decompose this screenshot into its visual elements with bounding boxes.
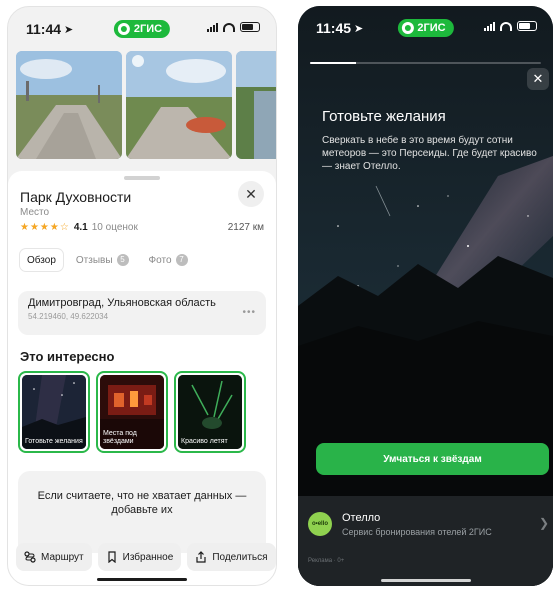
chevron-right-icon: ❯ bbox=[538, 516, 549, 530]
tabs: Обзор Отзывы 5 Фото 7 bbox=[20, 249, 264, 271]
tab-label: Отзывы bbox=[75, 254, 113, 266]
missing-data-text: Если считаете, что не хватает данных — д… bbox=[37, 490, 247, 516]
story-heading: Готовьте желания bbox=[322, 108, 446, 125]
story-label: Красиво летят bbox=[181, 438, 228, 445]
advert-label: Реклама · 0+ bbox=[308, 558, 345, 564]
story-label: Готовьте желания bbox=[25, 438, 83, 445]
story-label: Места под звёздами bbox=[103, 430, 137, 445]
share-label: Поделиться bbox=[212, 551, 268, 563]
route-button[interactable]: Маршрут bbox=[16, 543, 92, 571]
action-bar: Маршрут Избранное Поделиться bbox=[16, 543, 276, 571]
close-icon: ✕ bbox=[245, 185, 257, 202]
photo-3[interactable] bbox=[236, 51, 276, 159]
tab-overview[interactable]: Обзор bbox=[20, 249, 63, 271]
status-time: 11:45 bbox=[316, 20, 352, 36]
brand-pill[interactable]: 2ГИС bbox=[397, 19, 454, 37]
status-bar: 11:45 ➤ 2ГИС bbox=[298, 6, 553, 50]
stories-row: Готовьте желания Места под звёздами Крас… bbox=[18, 371, 246, 453]
brand-logo-icon bbox=[117, 23, 130, 35]
photo-2[interactable] bbox=[126, 51, 232, 159]
status-time: 11:44 bbox=[26, 21, 62, 37]
brand-pill[interactable]: 2ГИС bbox=[113, 20, 171, 38]
battery-icon bbox=[517, 21, 537, 31]
route-icon bbox=[24, 551, 36, 563]
story-close-button[interactable]: ✕ bbox=[527, 68, 549, 90]
story-item[interactable]: Места под звёздами bbox=[96, 371, 168, 453]
tab-photos[interactable]: Фото 7 bbox=[142, 249, 195, 271]
brand-name: 2ГИС bbox=[133, 23, 163, 35]
place-title: Парк Духовности bbox=[20, 189, 132, 205]
brand-name: 2ГИС bbox=[417, 22, 446, 34]
bookmark-icon bbox=[108, 551, 116, 563]
tab-label: Фото bbox=[148, 254, 172, 266]
tab-label: Обзор bbox=[27, 254, 56, 266]
photo-1[interactable] bbox=[16, 51, 122, 159]
phone-left: 11:44 ➤ 2ГИС Парк Духовности Место ✕ ★★★… bbox=[7, 6, 277, 586]
distance: 2127 км bbox=[227, 222, 264, 233]
address-text: Димитровград, Ульяновская область bbox=[28, 297, 216, 309]
rating-value: 4.1 bbox=[73, 222, 88, 233]
place-type: Место bbox=[20, 207, 50, 218]
photo-gallery[interactable] bbox=[16, 51, 276, 163]
story-item[interactable]: Готовьте желания bbox=[18, 371, 90, 453]
more-icon[interactable]: ••• bbox=[242, 307, 256, 318]
sheet-grabber[interactable] bbox=[124, 176, 160, 180]
phone-right: 11:45 ➤ 2ГИС ✕ Готовьте желания Сверкать… bbox=[298, 6, 553, 586]
reviews-count[interactable]: 10 оценок bbox=[92, 222, 138, 233]
story-progress-bar bbox=[310, 62, 541, 64]
battery-icon bbox=[240, 22, 260, 32]
signal-icon bbox=[207, 22, 218, 32]
home-indicator[interactable] bbox=[97, 578, 187, 581]
share-button[interactable]: Поделиться bbox=[187, 543, 276, 571]
cta-button[interactable]: Умчаться к звёздам bbox=[316, 443, 549, 475]
status-bar: 11:44 ➤ 2ГИС bbox=[8, 7, 276, 51]
signal-icon bbox=[484, 21, 495, 31]
close-button[interactable]: ✕ bbox=[238, 181, 264, 207]
tab-reviews[interactable]: Отзывы 5 bbox=[69, 249, 136, 271]
wifi-icon bbox=[223, 22, 235, 32]
coordinates: 54.219460, 49.622034 bbox=[28, 312, 109, 321]
location-arrow-icon: ➤ bbox=[64, 23, 74, 36]
address-box[interactable]: Димитровград, Ульяновская область 54.219… bbox=[18, 291, 266, 335]
place-card: Парк Духовности Место ✕ ★★★★☆ 4.1 10 оце… bbox=[8, 171, 276, 585]
otello-logo-icon: o•ello bbox=[308, 512, 332, 536]
rating-row: ★★★★☆ 4.1 10 оценок 2127 км bbox=[20, 222, 264, 233]
story-item[interactable]: Красиво летят bbox=[174, 371, 246, 453]
close-icon: ✕ bbox=[532, 71, 544, 86]
story-text: Сверкать в небе в это время будут сотни … bbox=[322, 135, 537, 172]
tab-badge: 7 bbox=[175, 254, 188, 266]
advert-block[interactable]: o•ello Отелло Сервис бронирования отелей… bbox=[298, 496, 553, 586]
location-arrow-icon: ➤ bbox=[354, 22, 364, 35]
favorites-button[interactable]: Избранное bbox=[97, 543, 182, 571]
route-label: Маршрут bbox=[41, 551, 84, 563]
favorites-label: Избранное bbox=[122, 551, 174, 563]
status-icons bbox=[207, 22, 260, 32]
advert-name: Отелло bbox=[342, 512, 381, 524]
tab-badge: 5 bbox=[116, 254, 129, 266]
brand-logo-icon bbox=[401, 22, 414, 34]
share-icon bbox=[196, 551, 206, 563]
status-icons bbox=[484, 21, 537, 31]
interesting-title: Это интересно bbox=[20, 349, 115, 364]
story-progress-fill bbox=[310, 62, 357, 64]
rating-stars: ★★★★☆ bbox=[20, 222, 70, 233]
home-indicator[interactable] bbox=[380, 579, 471, 582]
advert-subtitle: Сервис бронирования отелей 2ГИС bbox=[342, 527, 492, 537]
wifi-icon bbox=[500, 21, 512, 31]
